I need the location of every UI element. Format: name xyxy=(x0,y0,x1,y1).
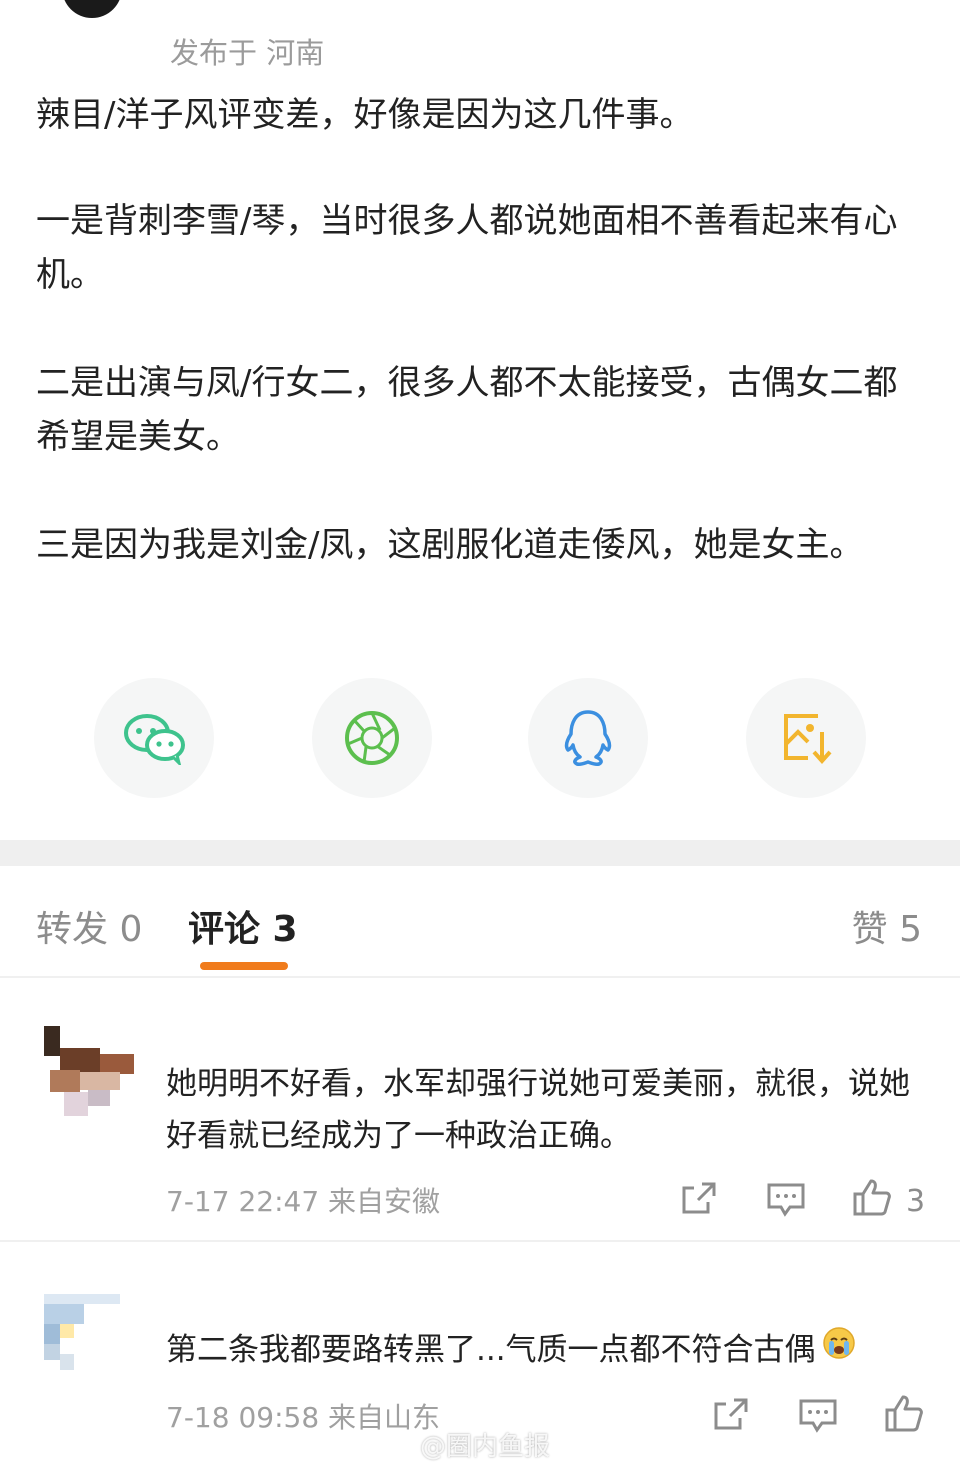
share-out-icon xyxy=(712,1396,750,1440)
commenter-avatar[interactable] xyxy=(44,1280,134,1370)
repost-comment-button[interactable] xyxy=(680,1180,718,1224)
comment-text: 她明明不好看，水军却强行说她可爱美丽，就很，说她好看就已经成为了一种政治正确。 xyxy=(166,1066,910,1154)
share-out-icon xyxy=(680,1180,718,1224)
like-count: 3 xyxy=(906,1183,926,1219)
comment-body: 第二条我都要路转黑了...气质一点都不符合古偶 xyxy=(166,1324,926,1376)
tab-repost[interactable]: 转发 0 xyxy=(36,900,142,952)
moments-icon xyxy=(342,708,402,768)
reply-comment-button[interactable] xyxy=(766,1182,806,1226)
tab-divider xyxy=(0,976,960,978)
share-wechat-button[interactable] xyxy=(94,678,214,798)
commenter-avatar[interactable] xyxy=(44,1026,134,1116)
post-paragraph-1: 辣目/洋子风评变差，好像是因为这几件事。 xyxy=(36,95,694,135)
share-moments-button[interactable] xyxy=(312,678,432,798)
comment-icon xyxy=(766,1182,806,1226)
qq-icon xyxy=(561,708,615,768)
post-paragraph-3: 二是出演与凤/行女二，很多人都不太能接受，古偶女二都希望是美女。 xyxy=(36,363,898,457)
post-paragraph-2: 一是背刺李雪/琴，当时很多人都说她面相不善看起来有心机。 xyxy=(36,201,898,295)
tab-comments[interactable]: 评论 3 xyxy=(188,900,298,952)
thumbs-up-icon xyxy=(852,1178,892,1224)
repost-comment-button[interactable] xyxy=(712,1396,750,1440)
like-comment-button[interactable]: 3 xyxy=(852,1178,925,1224)
comment-text: 第二条我都要路转黑了...气质一点都不符合古偶 xyxy=(166,1332,816,1368)
reply-comment-button[interactable] xyxy=(798,1398,838,1442)
save-image-icon xyxy=(778,710,834,766)
share-qq-button[interactable] xyxy=(528,678,648,798)
comment-divider xyxy=(0,1240,960,1242)
crying-face-icon xyxy=(822,1324,856,1376)
author-avatar[interactable] xyxy=(62,0,122,18)
post-location: 发布于 河南 xyxy=(170,36,325,70)
section-separator xyxy=(0,840,960,866)
save-image-button[interactable] xyxy=(746,678,866,798)
like-comment-button[interactable] xyxy=(884,1394,924,1440)
active-tab-indicator xyxy=(200,962,288,970)
comment-meta: 7-17 22:47 来自安徽 xyxy=(166,1185,441,1218)
comment-icon xyxy=(798,1398,838,1442)
watermark: @圈内鱼报 xyxy=(420,1432,551,1462)
comment-meta: 7-18 09:58 来自山东 xyxy=(166,1401,441,1434)
wechat-icon xyxy=(121,711,187,765)
tab-likes[interactable]: 赞 5 xyxy=(852,900,922,952)
thumbs-up-icon xyxy=(884,1394,924,1440)
post-paragraph-4: 三是因为我是刘金/凤，这剧服化道走倭风，她是女主。 xyxy=(36,525,864,565)
